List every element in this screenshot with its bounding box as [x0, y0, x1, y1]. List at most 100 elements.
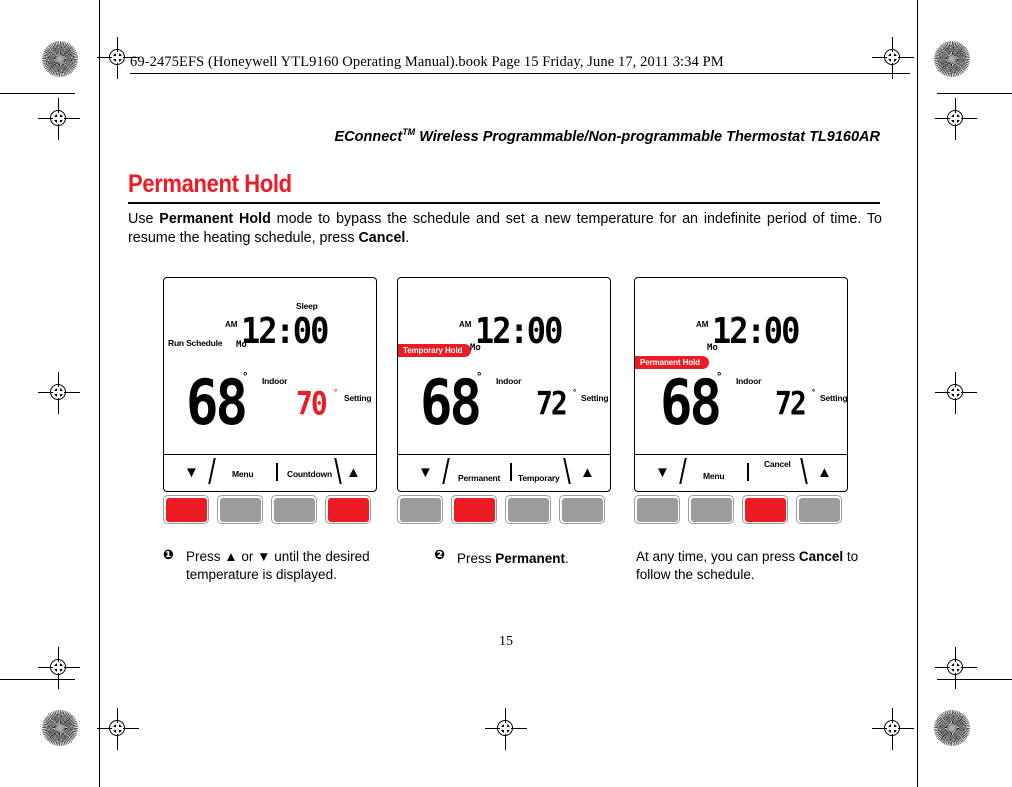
density-target-top-right — [934, 41, 970, 77]
down-arrow-icon-1[interactable]: ▼ — [184, 465, 199, 480]
softkey-slash-left-3 — [679, 458, 687, 484]
hold-status-badge-2: Temporary Hold — [398, 344, 472, 357]
up-arrow-icon-3[interactable]: ▲ — [817, 465, 832, 480]
thermostat-screen-3: Permanent Hold AM 12:00 Mo 68 ° Indoor 7… — [634, 277, 848, 492]
hardware-button-2-2[interactable] — [451, 495, 497, 524]
hardware-button-3-4[interactable] — [796, 495, 842, 524]
hardware-button-row-1 — [163, 495, 377, 526]
page-title: Permanent Hold — [128, 170, 292, 198]
down-arrow-icon-3[interactable]: ▼ — [655, 465, 670, 480]
hardware-button-2-3[interactable] — [505, 495, 551, 524]
setting-degree-symbol-3: ° — [812, 388, 816, 397]
indoor-label-2: Indoor — [496, 376, 522, 386]
hardware-button-2-1[interactable] — [397, 495, 443, 524]
softkey-slash-left-1 — [208, 458, 216, 484]
softkey-label-permanent-2[interactable]: Permanent — [458, 473, 500, 483]
step-number-2: ❷ — [434, 548, 446, 563]
registration-mark-left-lower — [38, 647, 80, 689]
hardware-button-3-3[interactable] — [742, 495, 788, 524]
caption-2-text-a: Press — [457, 551, 496, 566]
caption-step-2: Press Permanent. — [457, 550, 637, 568]
note-text-a: At any time, you can press — [636, 549, 799, 564]
running-head-product: Wireless Programmable/Non-programmable T… — [415, 128, 880, 145]
setting-temperature-3: 72 — [775, 384, 807, 423]
hardware-button-1-4[interactable] — [325, 495, 371, 524]
caption-note: At any time, you can press Cancel to fol… — [636, 548, 866, 584]
setting-temperature-1: 70 — [296, 384, 328, 423]
trademark-symbol: TM — [402, 127, 416, 137]
indoor-temperature-1: 68 — [186, 366, 248, 439]
indoor-degree-symbol-3: ° — [717, 371, 722, 383]
trim-line-top-right-horizontal — [937, 93, 1012, 94]
caption-1-text-b: or — [237, 549, 258, 564]
softkey-label-cancel-3[interactable]: Cancel — [764, 459, 791, 469]
setting-label-3: Setting — [820, 393, 848, 403]
step-number-1: ❶ — [163, 548, 175, 563]
registration-mark-bottom-left — [97, 708, 139, 750]
registration-mark-top-right — [872, 37, 914, 79]
setting-degree-symbol-2: ° — [573, 388, 577, 397]
caption-2-text-b: . — [565, 551, 569, 566]
hardware-button-1-3[interactable] — [271, 495, 317, 524]
trim-line-left-vertical — [99, 0, 100, 787]
hardware-button-1-1[interactable] — [163, 495, 209, 524]
intro-bold-cancel: Cancel — [358, 230, 406, 246]
registration-mark-bottom-right — [872, 708, 914, 750]
softkey-label-menu-1[interactable]: Menu — [232, 469, 254, 479]
thermostat-figure-2: Temporary Hold AM 12:00 Mo 68 ° Indoor 7… — [397, 277, 611, 524]
clock-time-1: 12:00 — [241, 309, 329, 353]
book-filename-header: 69-2475EFS (Honeywell YTL9160 Operating … — [130, 54, 724, 70]
softkey-bar-1: ▼ Menu Countdown ▲ — [164, 454, 376, 491]
indoor-degree-symbol-1: ° — [243, 371, 248, 383]
softkey-divider-2 — [510, 463, 512, 481]
page-number: 15 — [499, 634, 513, 649]
softkey-label-countdown-1[interactable]: Countdown — [287, 469, 332, 479]
thermostat-screen-1: Run Schedule Sleep AM 12:00 Mo 68 ° Indo… — [163, 277, 377, 492]
mode-label-run-schedule: Run Schedule — [168, 338, 223, 348]
down-arrow-icon-2[interactable]: ▼ — [418, 465, 433, 480]
up-arrow-icon-1[interactable]: ▲ — [346, 465, 361, 480]
indoor-temperature-3: 68 — [660, 366, 722, 439]
down-arrow-glyph-caption: ▼ — [257, 549, 271, 564]
indoor-temperature-2: 68 — [420, 366, 482, 439]
density-target-top-left — [42, 41, 78, 77]
title-underline — [128, 202, 880, 204]
trim-line-right-vertical — [917, 0, 918, 787]
hardware-button-3-2[interactable] — [688, 495, 734, 524]
indoor-degree-symbol-2: ° — [477, 371, 482, 383]
intro-paragraph: Use Permanent Hold mode to bypass the sc… — [128, 210, 882, 248]
softkey-divider-1 — [276, 463, 278, 481]
hardware-button-row-3 — [634, 495, 848, 526]
thermostat-figure-3: Permanent Hold AM 12:00 Mo 68 ° Indoor 7… — [634, 277, 848, 524]
softkey-bar-2: ▼ Permanent Temporary ▲ — [398, 454, 610, 491]
softkey-label-menu-3[interactable]: Menu — [703, 471, 725, 481]
softkey-divider-3 — [747, 463, 749, 481]
up-arrow-icon-2[interactable]: ▲ — [580, 465, 595, 480]
hardware-button-2-4[interactable] — [559, 495, 605, 524]
registration-mark-right-lower — [935, 647, 977, 689]
softkey-bar-3: ▼ Menu Cancel ▲ — [635, 454, 847, 491]
indoor-label-1: Indoor — [262, 376, 288, 386]
clock-time-2: 12:00 — [475, 309, 563, 353]
hardware-button-3-1[interactable] — [634, 495, 680, 524]
density-target-bottom-right — [934, 710, 970, 746]
day-indicator-3: Mo — [707, 343, 718, 353]
ampm-indicator-3: AM — [696, 320, 709, 329]
trim-line-top-left-horizontal — [0, 93, 75, 94]
ampm-indicator-1: AM — [225, 320, 238, 329]
caption-2-bold-permanent: Permanent — [495, 551, 566, 566]
softkey-slash-left-2 — [442, 458, 450, 484]
setting-temperature-2: 72 — [536, 384, 568, 423]
registration-mark-bottom-center — [485, 708, 527, 750]
intro-text-3: . — [405, 230, 410, 246]
registration-mark-left-upper — [38, 98, 80, 140]
softkey-label-temporary-2[interactable]: Temporary — [518, 473, 560, 483]
day-indicator-1: Mo — [236, 340, 247, 350]
intro-text-1: Use — [128, 211, 160, 227]
setting-degree-symbol-1: ° — [334, 388, 338, 397]
hardware-button-row-2 — [397, 495, 611, 526]
softkey-slash-right-1 — [334, 458, 342, 484]
header-rule — [130, 73, 910, 74]
thermostat-figure-1: Run Schedule Sleep AM 12:00 Mo 68 ° Indo… — [163, 277, 377, 524]
hardware-button-1-2[interactable] — [217, 495, 263, 524]
